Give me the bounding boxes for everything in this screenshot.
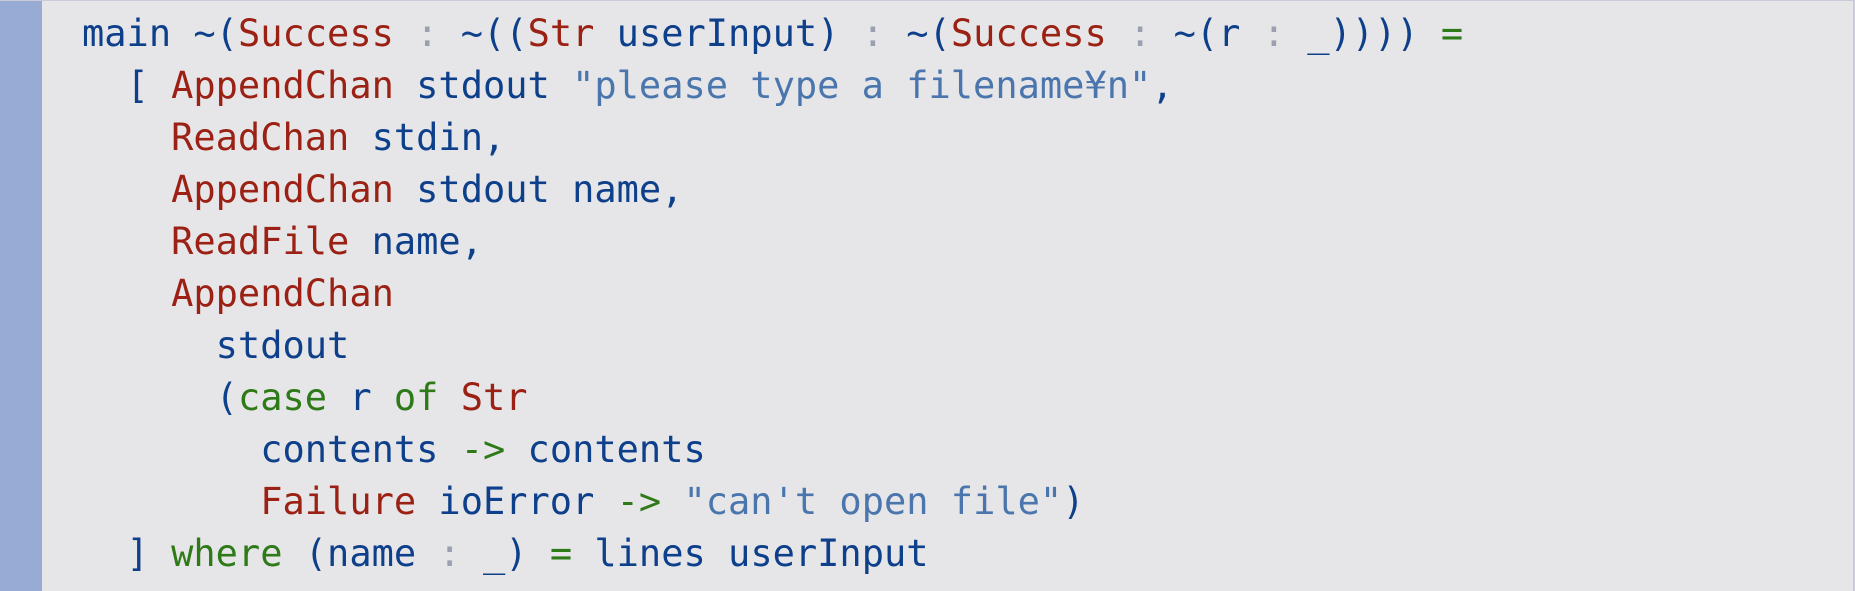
code-token: ((	[483, 12, 528, 55]
code-token: ->	[460, 428, 506, 471]
code-token: name,	[349, 220, 483, 263]
code-token: ioError	[416, 480, 617, 523]
code-token: (	[215, 12, 238, 55]
code-token: Success	[950, 12, 1107, 55]
code-line: [ AppendChan stdout "please type a filen…	[82, 60, 1463, 112]
code-line: (case r of Str	[82, 372, 1463, 424]
code-token: [	[82, 64, 172, 107]
code-token: AppendChan	[171, 64, 394, 107]
code-line: stdout	[82, 320, 1463, 372]
code-token: :	[393, 12, 461, 55]
code-token: (	[82, 376, 238, 419]
code-token: _))))	[1284, 12, 1441, 55]
code-token: ->	[616, 480, 662, 523]
code-token: :	[438, 532, 461, 575]
code-token: stdout	[393, 64, 573, 107]
code-token: ]	[82, 532, 172, 575]
code-token: contents	[505, 428, 706, 471]
code-token: userInput)	[594, 12, 862, 55]
code-token: ~	[1173, 12, 1196, 55]
code-token: (name	[282, 532, 439, 575]
code-token: Str	[527, 12, 595, 55]
code-block: main ~(Success : ~((Str userInput) : ~(S…	[82, 8, 1463, 580]
code-line: Failure ioError -> "can't open file")	[82, 476, 1463, 528]
code-token: =	[549, 532, 573, 575]
code-token: ~	[193, 12, 216, 55]
code-token: =	[1440, 12, 1464, 55]
code-line: ReadChan stdin,	[82, 112, 1463, 164]
code-token: where	[171, 532, 283, 575]
code-token: lines userInput	[572, 532, 929, 575]
code-line: AppendChan	[82, 268, 1463, 320]
code-line: contents -> contents	[82, 424, 1463, 476]
code-token: case	[237, 376, 328, 419]
code-line: ReadFile name,	[82, 216, 1463, 268]
code-token: (r	[1195, 12, 1263, 55]
code-token: r	[327, 376, 394, 419]
code-token: stdout	[82, 324, 350, 367]
code-token: ,	[1151, 64, 1174, 107]
code-gutter	[0, 1, 42, 591]
code-token: AppendChan	[171, 168, 394, 211]
code-token: "please type a filename¥n"	[572, 64, 1152, 107]
code-token: Failure	[260, 480, 417, 523]
code-token: ReadChan	[171, 116, 350, 159]
code-line: main ~(Success : ~((Str userInput) : ~(S…	[82, 8, 1463, 60]
code-token: ReadFile	[171, 220, 350, 263]
code-token: :	[861, 12, 907, 55]
code-token: Str	[460, 376, 528, 419]
code-token: (	[928, 12, 951, 55]
code-token: :	[1262, 12, 1285, 55]
code-token: stdout name,	[393, 168, 684, 211]
code-token: AppendChan	[171, 272, 394, 315]
code-token: _)	[460, 532, 550, 575]
code-token: main	[82, 12, 194, 55]
code-token: contents	[82, 428, 461, 471]
code-panel: main ~(Success : ~((Str userInput) : ~(S…	[0, 0, 1855, 591]
code-token: ~	[460, 12, 483, 55]
code-token: )	[1062, 480, 1085, 523]
code-token: stdin,	[349, 116, 506, 159]
code-line: AppendChan stdout name,	[82, 164, 1463, 216]
code-token: Success	[237, 12, 394, 55]
code-line: ] where (name : _) = lines userInput	[82, 528, 1463, 580]
code-token: :	[1106, 12, 1174, 55]
code-token: ~	[906, 12, 929, 55]
code-token: "can't open file"	[683, 480, 1063, 523]
code-token: of	[393, 376, 439, 419]
